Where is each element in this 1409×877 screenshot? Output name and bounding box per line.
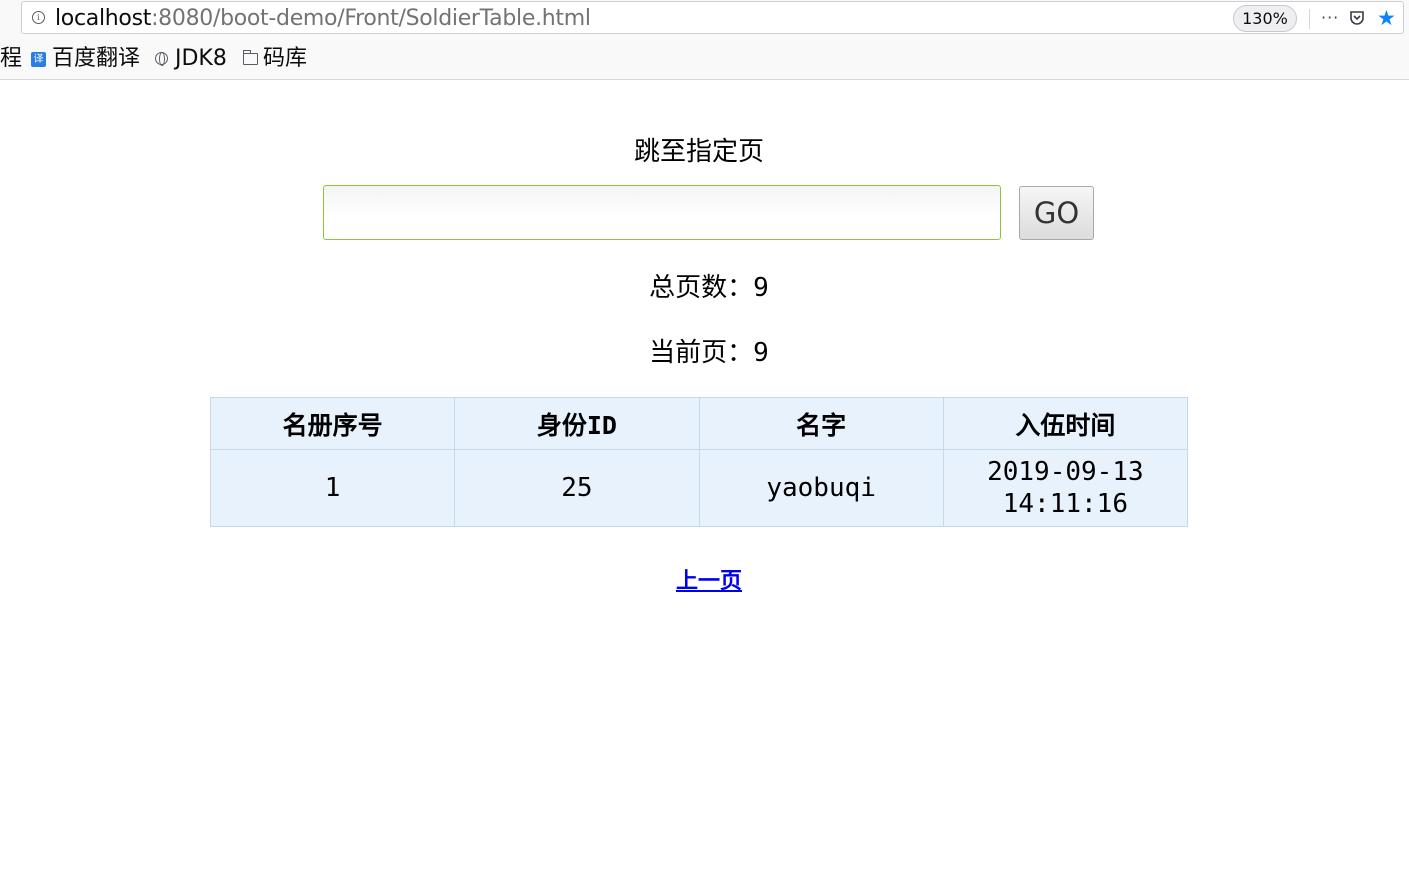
table-row: 1 25 yaobuqi 2019-09-13 14:11:16 [209,449,1189,527]
current-page-label: 当前页： [649,338,754,368]
current-page: 当前页：9 [0,336,1409,370]
bookmark-item-baidu-translate[interactable]: 百度翻译 [52,45,140,73]
pagination: 上一页 [0,567,1409,597]
column-header-enlist-time: 入伍时间 [942,397,1189,450]
total-pages-value: 9 [753,273,769,303]
url-text[interactable]: localhost:8080/boot-demo/Front/SoldierTa… [55,6,591,32]
bookmark-item-partial[interactable]: 程 [0,45,22,73]
column-header-roster-number: 名册序号 [209,397,456,450]
cell-name: yaobuqi [698,449,944,527]
info-icon[interactable]: i [32,11,45,24]
table-header-row: 名册序号 身份ID 名字 入伍时间 [209,397,1189,450]
more-actions-icon[interactable]: ··· [1321,8,1339,27]
toolbar-divider [1309,9,1310,29]
zoom-indicator[interactable]: 130% [1233,5,1297,32]
bookmark-item-jdk8[interactable]: JDK8 [175,45,227,73]
pocket-icon[interactable] [1349,10,1365,26]
page-number-input[interactable] [323,185,1001,240]
globe-icon [155,52,168,66]
total-pages-label: 总页数： [649,273,754,303]
current-page-value: 9 [753,338,769,368]
go-button[interactable]: GO [1019,186,1094,240]
column-header-name: 名字 [698,397,944,450]
cell-identity-id: 25 [454,449,700,527]
soldier-table: 名册序号 身份ID 名字 入伍时间 1 25 yaobuqi 2019-09-1… [209,397,1189,527]
browser-toolbar: i localhost:8080/boot-demo/Front/Soldier… [0,0,1409,40]
cell-enlist-time: 2019-09-13 14:11:16 [942,449,1189,527]
folder-icon [243,50,258,65]
column-header-identity-id: 身份ID [454,397,700,450]
url-host: localhost [55,6,152,31]
bookmarks-toolbar: 程 译 百度翻译 JDK8 码库 [0,40,1409,80]
bookmark-star-icon[interactable]: ★ [1377,7,1396,29]
url-path: :8080/boot-demo/Front/SoldierTable.html [151,6,591,31]
translate-icon: 译 [31,52,46,67]
bookmark-item-code-library[interactable]: 码库 [263,45,307,73]
jump-page-title: 跳至指定页 [633,137,764,167]
cell-roster-number: 1 [209,449,456,527]
previous-page-link[interactable]: 上一页 [676,569,742,594]
total-pages: 总页数：9 [0,271,1409,305]
address-bar[interactable]: i localhost:8080/boot-demo/Front/Soldier… [21,1,1404,34]
